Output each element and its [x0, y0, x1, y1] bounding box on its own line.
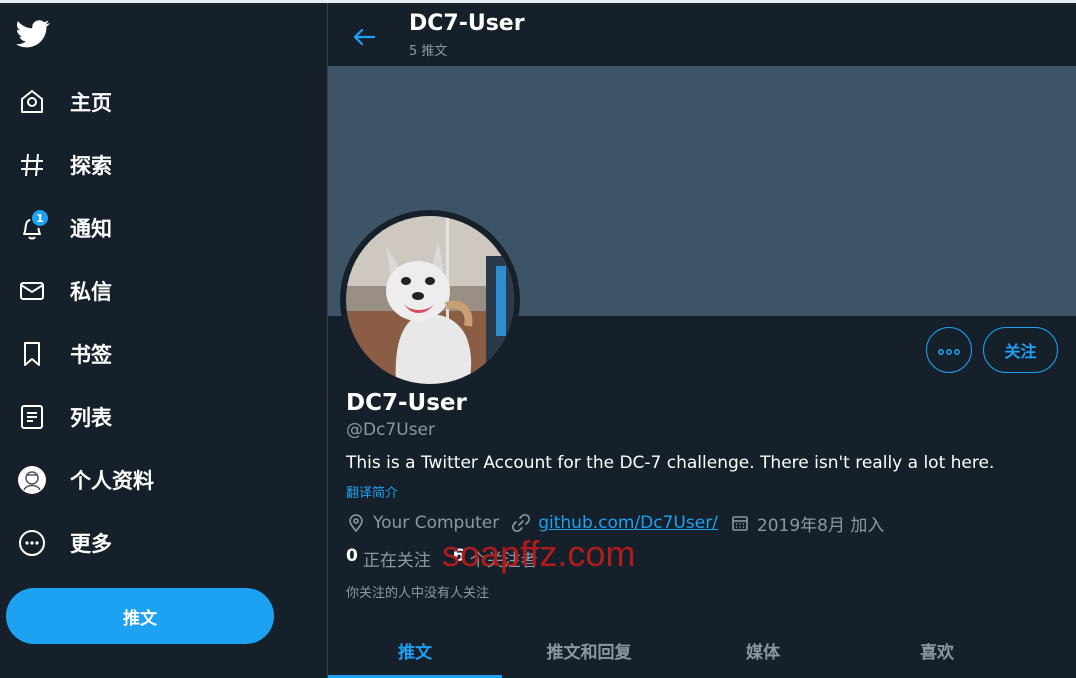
sidebar-item-messages[interactable]: 私信: [16, 267, 112, 315]
bookmark-icon: [16, 338, 48, 370]
profile-name: DC7-User: [346, 390, 467, 416]
watermark: soapffz.com: [442, 533, 636, 574]
following-stat[interactable]: 0 正在关注: [346, 546, 431, 571]
profile-header-bar: DC7-User 5 推文: [328, 3, 1076, 66]
link-icon: [512, 513, 531, 533]
mutual-followers-note: 你关注的人中没有人关注: [346, 586, 490, 601]
follow-button[interactable]: 关注: [983, 327, 1058, 373]
tab-media[interactable]: 媒体: [676, 623, 850, 678]
notification-badge: 1: [30, 208, 50, 228]
more-options-button[interactable]: [926, 327, 972, 373]
sidebar-item-label: 个人资料: [70, 469, 154, 493]
sidebar-item-more[interactable]: 更多: [16, 519, 112, 567]
dog-photo: [346, 216, 514, 384]
hashtag-icon: [16, 149, 48, 181]
profile-avatar[interactable]: [340, 210, 520, 390]
profile-meta: Your Computer github.com/Dc7User/ 2019年8…: [346, 511, 896, 536]
ellipsis-icon: [937, 341, 961, 360]
more-circle-icon: [16, 527, 48, 559]
profile-tabs: 推文 推文和回复 媒体 喜欢: [328, 623, 1076, 678]
sidebar-item-bookmarks[interactable]: 书签: [16, 330, 112, 378]
header-profile-name: DC7-User: [409, 11, 525, 36]
website-link[interactable]: github.com/Dc7User/: [538, 513, 718, 533]
sidebar-item-profile[interactable]: 个人资料: [16, 456, 154, 504]
profile-website: github.com/Dc7User/: [511, 513, 718, 533]
sidebar-item-label: 主页: [70, 91, 112, 115]
following-label: 正在关注: [362, 551, 431, 571]
mail-icon: [16, 275, 48, 307]
tab-likes[interactable]: 喜欢: [850, 623, 1024, 678]
calendar-icon: [732, 516, 748, 531]
sidebar: 主页 探索 1 通知 私信 书签 列表 个人资料 更多 推文: [0, 3, 327, 678]
sidebar-item-label: 更多: [70, 532, 112, 556]
tab-tweets-and-replies[interactable]: 推文和回复: [502, 623, 676, 678]
joined-text: 2019年8月 加入: [756, 515, 885, 536]
tweet-button[interactable]: 推文: [6, 588, 274, 644]
translate-bio-link[interactable]: 翻译简介: [346, 482, 398, 501]
tab-tweets[interactable]: 推文: [328, 623, 502, 678]
home-icon: [16, 86, 48, 118]
location-text: Your Computer: [373, 513, 500, 533]
profile-bio: This is a Twitter Account for the DC-7 c…: [346, 453, 995, 473]
profile-handle: @Dc7User: [346, 420, 436, 440]
location-pin-icon: [349, 514, 363, 533]
back-arrow-icon[interactable]: [348, 21, 380, 53]
profile-joined: 2019年8月 加入: [730, 511, 884, 536]
avatar-icon: [16, 464, 48, 496]
sidebar-item-label: 探索: [70, 154, 112, 178]
bell-icon: 1: [16, 208, 50, 244]
profile-location: Your Computer: [346, 513, 499, 533]
sidebar-item-explore[interactable]: 探索: [16, 141, 112, 189]
sidebar-item-label: 私信: [70, 280, 112, 304]
sidebar-item-home[interactable]: 主页: [16, 78, 112, 126]
sidebar-item-label: 书签: [70, 343, 112, 367]
sidebar-item-notifications[interactable]: 1 通知: [16, 204, 112, 252]
twitter-bird-icon[interactable]: [16, 19, 52, 51]
header-tweet-count: 5 推文: [409, 44, 448, 59]
following-count: 0: [346, 546, 358, 566]
sidebar-item-lists[interactable]: 列表: [16, 393, 112, 441]
list-icon: [16, 401, 48, 433]
sidebar-item-label: 通知: [70, 217, 112, 241]
profile-column: DC7-User 5 推文 关注 DC7-User @Dc7User This …: [327, 3, 1076, 678]
sidebar-item-label: 列表: [70, 406, 112, 430]
